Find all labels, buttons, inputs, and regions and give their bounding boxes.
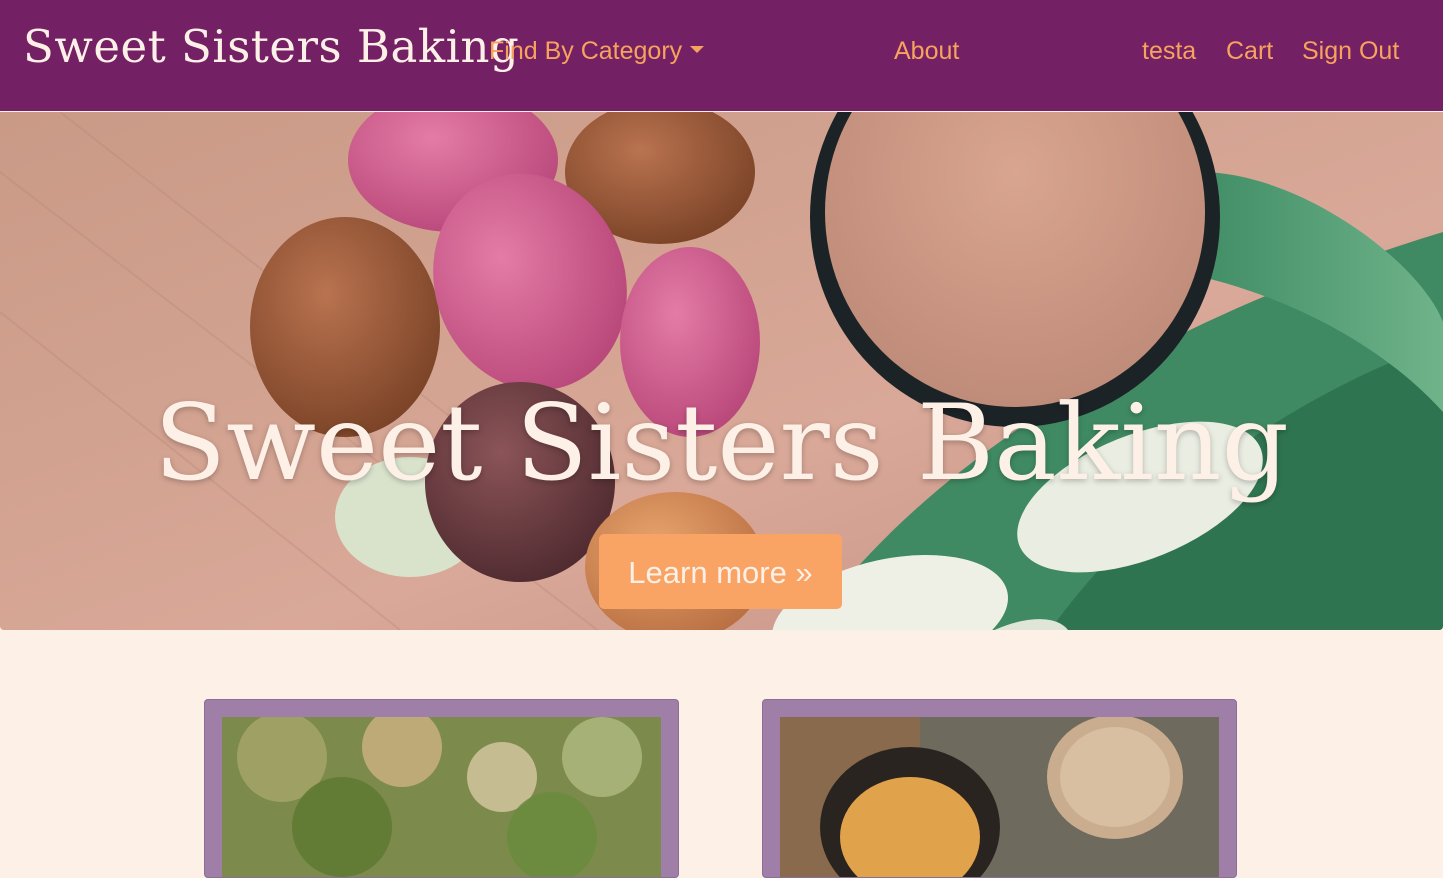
product-card[interactable] bbox=[762, 699, 1237, 878]
learn-more-button[interactable]: Learn more » bbox=[599, 534, 842, 609]
about-link[interactable]: About bbox=[894, 37, 959, 66]
brand-link[interactable]: Sweet Sisters Baking bbox=[23, 20, 519, 73]
card-image bbox=[222, 717, 661, 877]
caret-down-icon bbox=[690, 45, 705, 53]
navbar: Sweet Sisters Baking Find By Category Ab… bbox=[0, 0, 1443, 111]
hero-title: Sweet Sisters Baking bbox=[154, 382, 1289, 504]
card-image-bokeh bbox=[222, 717, 661, 877]
card-image bbox=[780, 717, 1219, 877]
category-dropdown[interactable]: Find By Category bbox=[489, 37, 705, 66]
card-image-espresso bbox=[780, 717, 1219, 877]
sign-out-link[interactable]: Sign Out bbox=[1302, 37, 1399, 66]
hero-banner: Sweet Sisters Baking Learn more » bbox=[0, 112, 1443, 630]
category-dropdown-label: Find By Category bbox=[489, 37, 683, 65]
cart-link[interactable]: Cart bbox=[1226, 37, 1273, 66]
product-card[interactable] bbox=[204, 699, 679, 878]
user-link[interactable]: testa bbox=[1142, 37, 1196, 66]
